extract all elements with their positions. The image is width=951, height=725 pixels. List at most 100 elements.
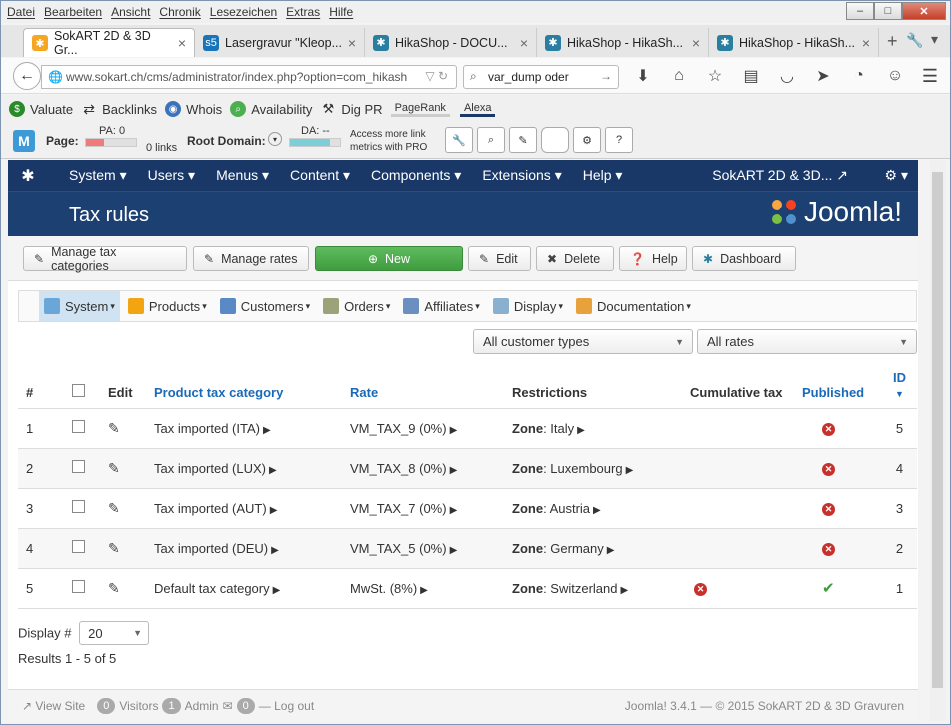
hika-menu-customers[interactable]: Customers ▾ <box>215 291 315 321</box>
close-tab-icon[interactable]: × <box>178 35 186 51</box>
pro-link[interactable]: Access more link metrics with PRO <box>350 128 428 154</box>
site-link[interactable]: SokART 2D & 3D... ↗ <box>712 167 848 184</box>
dropdown-arrow-icon[interactable]: ▽ ↻ <box>425 69 448 83</box>
valuate-item[interactable]: $ Valuate <box>9 101 73 117</box>
published-check-icon[interactable]: ✔ <box>822 580 835 597</box>
wrench-icon[interactable]: 🔧 <box>445 127 473 153</box>
pencil-icon[interactable]: ✎ <box>509 127 537 153</box>
dashboard-button[interactable]: ✱ Dashboard <box>692 246 796 271</box>
chevron-down-icon[interactable]: ▾ <box>268 132 282 146</box>
pencil-icon[interactable]: ✎ <box>108 460 120 476</box>
nav-content[interactable]: Content ▾ <box>290 167 350 184</box>
nav-users[interactable]: Users ▾ <box>148 167 195 184</box>
row-checkbox[interactable] <box>72 540 85 553</box>
unpublished-icon[interactable]: ✕ <box>822 503 835 516</box>
row-checkbox[interactable] <box>72 580 85 593</box>
close-tab-icon[interactable]: × <box>692 35 700 51</box>
pencil-icon[interactable]: ✎ <box>108 580 120 596</box>
caret-right-icon[interactable]: ▶ <box>577 425 585 436</box>
url-bar[interactable]: 🌐 www.sokart.ch/cms/administrator/index.… <box>41 65 457 89</box>
col-id[interactable]: ID ▼ <box>882 367 917 409</box>
nav-components[interactable]: Components ▾ <box>371 167 461 184</box>
hika-menu-products[interactable]: Products ▾ <box>123 291 212 321</box>
nav-extensions[interactable]: Extensions ▾ <box>482 167 561 184</box>
delete-button[interactable]: ✖ Delete <box>536 246 614 271</box>
hika-menu-affiliates[interactable]: Affiliates ▾ <box>398 291 484 321</box>
download-icon[interactable]: ⬇ <box>625 65 661 87</box>
row-checkbox[interactable] <box>72 460 85 473</box>
row-rate[interactable]: VM_TAX_7 (0%) ▶ <box>350 488 512 529</box>
joomla-icon[interactable]: ✱ <box>8 166 48 186</box>
pencil-icon[interactable]: ✎ <box>108 540 120 556</box>
gear-icon[interactable]: ⚙ <box>573 127 601 153</box>
row-category[interactable]: Tax imported (DEU) ▶ <box>154 528 350 569</box>
nav-help[interactable]: Help ▾ <box>583 167 623 184</box>
reading-list-icon[interactable]: ▤ <box>733 65 769 87</box>
maximize-button[interactable]: □ <box>874 2 902 20</box>
manage-rates-button[interactable]: ✎ Manage rates <box>193 246 309 271</box>
menu-ansicht[interactable]: Ansicht <box>111 5 150 19</box>
menu-bearbeiten[interactable]: Bearbeiten <box>44 5 102 19</box>
new-tab-icon[interactable]: + <box>887 31 898 52</box>
hika-menu-system[interactable]: System ▾ <box>39 291 120 321</box>
caret-right-icon[interactable]: ▶ <box>593 505 601 516</box>
home-icon[interactable]: ⌂ <box>661 65 697 87</box>
row-rate[interactable]: VM_TAX_8 (0%) ▶ <box>350 448 512 489</box>
hika-menu-documentation[interactable]: Documentation ▾ <box>571 291 696 321</box>
row-checkbox[interactable] <box>72 420 85 433</box>
backlinks-item[interactable]: ⇄ Backlinks <box>81 101 157 117</box>
wrench-icon[interactable]: 🔧 <box>906 32 923 49</box>
unpublished-icon[interactable]: ✕ <box>694 583 707 596</box>
menu-hilfe[interactable]: Hilfe <box>329 5 353 19</box>
help-button[interactable]: ❓ Help <box>619 246 687 271</box>
display-limit-select[interactable]: 20 ▼ <box>79 621 150 645</box>
unpublished-icon[interactable]: ✕ <box>822 543 835 556</box>
row-category[interactable]: Tax imported (ITA) ▶ <box>154 408 350 449</box>
view-site-link[interactable]: View Site <box>35 699 85 713</box>
bookmark-star-icon[interactable]: ☆ <box>697 65 733 87</box>
tab-hikashop-2[interactable]: ✱ HikaShop - HikaSh... × <box>709 28 879 57</box>
hika-menu-display[interactable]: Display ▾ <box>488 291 568 321</box>
menu-extras[interactable]: Extras <box>286 5 320 19</box>
pencil-icon[interactable]: ✎ <box>108 500 120 516</box>
send-icon[interactable]: ➤ <box>805 65 841 87</box>
logout-link[interactable]: Log out <box>274 699 314 713</box>
edit-button[interactable]: ✎ Edit <box>468 246 531 271</box>
arrow-right-icon[interactable]: → <box>600 69 612 83</box>
caret-right-icon[interactable]: ▶ <box>607 545 615 556</box>
row-rate[interactable]: VM_TAX_5 (0%) ▶ <box>350 528 512 569</box>
search-input[interactable]: ⌕ var_dump oder → <box>463 65 619 89</box>
rates-select[interactable]: All rates ▼ <box>697 329 917 354</box>
close-window-button[interactable]: ✕ <box>902 2 946 20</box>
scrollbar[interactable] <box>930 160 946 721</box>
pocket-icon[interactable]: ◡ <box>769 65 805 87</box>
row-category[interactable]: Default tax category ▶ <box>154 568 350 609</box>
manage-tax-categories-button[interactable]: ✎ Manage tax categories <box>23 245 187 273</box>
caret-right-icon[interactable]: ▶ <box>621 585 629 596</box>
gear-icon[interactable]: ⚙ ▾ <box>885 167 908 184</box>
help-icon[interactable]: ? <box>605 127 633 153</box>
hika-menu-orders[interactable]: Orders ▾ <box>318 291 395 321</box>
scrollbar-thumb[interactable] <box>932 172 943 688</box>
tab-lasergravur[interactable]: s5 Lasergravur "Kleop... × <box>195 28 365 57</box>
pencil-icon[interactable]: ✎ <box>108 420 120 436</box>
row-checkbox[interactable] <box>72 500 85 513</box>
close-tab-icon[interactable]: × <box>862 35 870 51</box>
row-category[interactable]: Tax imported (LUX) ▶ <box>154 448 350 489</box>
chevron-down-icon[interactable]: ▾ <box>931 31 938 48</box>
caret-right-icon[interactable]: ▶ <box>626 465 634 476</box>
unpublished-icon[interactable]: ✕ <box>822 463 835 476</box>
row-rate[interactable]: VM_TAX_9 (0%) ▶ <box>350 408 512 449</box>
hamburger-menu-icon[interactable]: ☰ <box>922 66 938 87</box>
col-category[interactable]: Product tax category <box>154 367 350 409</box>
menu-chronik[interactable]: Chronik <box>159 5 200 19</box>
menu-datei[interactable]: Datei <box>7 5 35 19</box>
col-rate[interactable]: Rate <box>350 367 512 409</box>
nav-system[interactable]: System ▾ <box>69 167 127 184</box>
search-icon[interactable]: ⌕ <box>477 127 505 153</box>
row-rate[interactable]: MwSt. (8%) ▶ <box>350 568 512 609</box>
close-tab-icon[interactable]: × <box>348 35 356 51</box>
tab-hikashop-docu[interactable]: ✱ HikaShop - DOCU... × <box>365 28 537 57</box>
highlight-button[interactable] <box>541 127 569 153</box>
unpublished-icon[interactable]: ✕ <box>822 423 835 436</box>
